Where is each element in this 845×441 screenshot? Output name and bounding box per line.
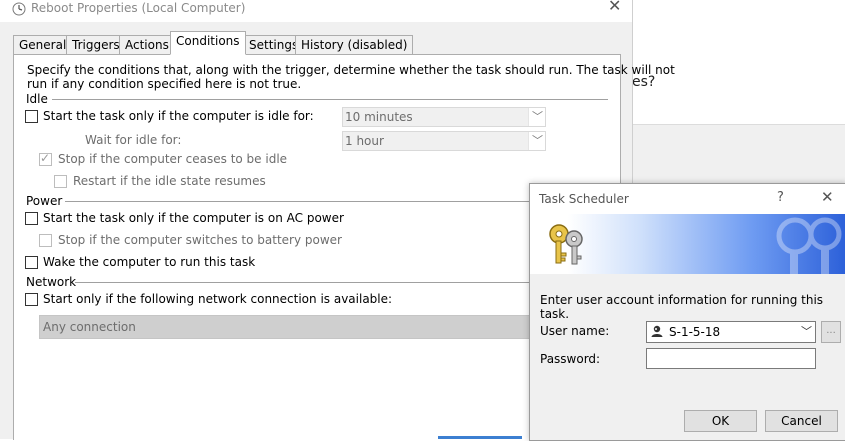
tab-triggers[interactable]: Triggers — [66, 35, 126, 55]
idle-duration-select[interactable]: 10 minutes ﹀ — [342, 107, 546, 127]
tab-conditions[interactable]: Conditions — [170, 31, 246, 55]
decorative-keys-icon — [776, 217, 842, 274]
ok-button[interactable]: OK — [684, 410, 757, 432]
user-name-value: S-1-5-18 — [669, 325, 721, 339]
idle-start-label: Start the task only if the computer is i… — [43, 109, 314, 123]
wait-idle-select[interactable]: 1 hour ﹀ — [342, 131, 546, 151]
wait-idle-label: Wait for idle for: — [85, 133, 182, 147]
idle-duration-value: 10 minutes — [345, 110, 413, 124]
wait-idle-value: 1 hour — [345, 134, 384, 148]
clock-icon — [12, 2, 26, 16]
idle-separator — [52, 99, 608, 100]
power-separator — [65, 201, 608, 202]
chevron-down-icon: ﹀ — [532, 134, 543, 147]
intro-text-line1: Specify the conditions that, along with … — [27, 63, 675, 77]
close-icon[interactable]: ✕ — [821, 188, 834, 206]
restart-idle-label: Restart if the idle state resumes — [73, 174, 266, 188]
network-label: Start only if the following network conn… — [43, 292, 393, 306]
stop-if-ceases-label: Stop if the computer ceases to be idle — [58, 152, 288, 166]
password-input[interactable] — [646, 348, 816, 369]
wake-label: Wake the computer to run this task — [43, 255, 256, 269]
title-bar: Reboot Properties (Local Computer) ✕ — [0, 0, 632, 22]
keys-icon — [549, 224, 583, 265]
network-connection-value: Any connection — [43, 320, 136, 334]
user-icon — [651, 325, 663, 337]
network-section-label: Network — [26, 275, 77, 289]
cancel-button[interactable]: Cancel — [765, 410, 838, 432]
chevron-down-icon: ﹀ — [801, 325, 812, 338]
battery-checkbox[interactable] — [39, 234, 52, 247]
dialog-title-bar: Task Scheduler ? ✕ — [530, 184, 845, 214]
checkmark-icon: ✓ — [40, 151, 51, 165]
browse-user-button[interactable]: ... — [821, 321, 841, 343]
idle-start-checkbox[interactable] — [25, 110, 38, 123]
tab-general[interactable]: General — [13, 35, 73, 55]
password-label: Password: — [540, 352, 601, 366]
stop-if-ceases-checkbox[interactable]: ✓ — [39, 151, 52, 166]
tab-history[interactable]: History (disabled) — [295, 35, 414, 55]
dialog-title: Task Scheduler — [539, 192, 629, 206]
idle-section-label: Idle — [26, 92, 48, 106]
task-scheduler-dialog: Task Scheduler ? ✕ Enter user account in… — [529, 183, 845, 441]
dialog-message: Enter user account information for runni… — [540, 293, 824, 321]
network-checkbox[interactable] — [25, 293, 38, 306]
battery-label: Stop if the computer switches to battery… — [58, 233, 342, 247]
window-title: Reboot Properties (Local Computer) — [31, 1, 246, 15]
wake-checkbox[interactable] — [25, 256, 38, 269]
power-section-label: Power — [26, 194, 63, 208]
ac-power-checkbox[interactable] — [25, 212, 38, 225]
dialog-banner — [530, 214, 845, 274]
chevron-down-icon: ﹀ — [532, 110, 543, 123]
help-icon[interactable]: ? — [777, 190, 784, 205]
intro-text-line2: run if any condition specified here is n… — [27, 77, 302, 91]
tab-actions[interactable]: Actions — [119, 35, 175, 55]
user-name-select[interactable]: S-1-5-18 ﹀ — [646, 321, 816, 343]
user-name-label: User name: — [540, 324, 610, 338]
ac-power-label: Start the task only if the computer is o… — [43, 211, 344, 225]
restart-idle-checkbox[interactable] — [54, 175, 67, 188]
close-icon[interactable]: ✕ — [608, 0, 621, 14]
